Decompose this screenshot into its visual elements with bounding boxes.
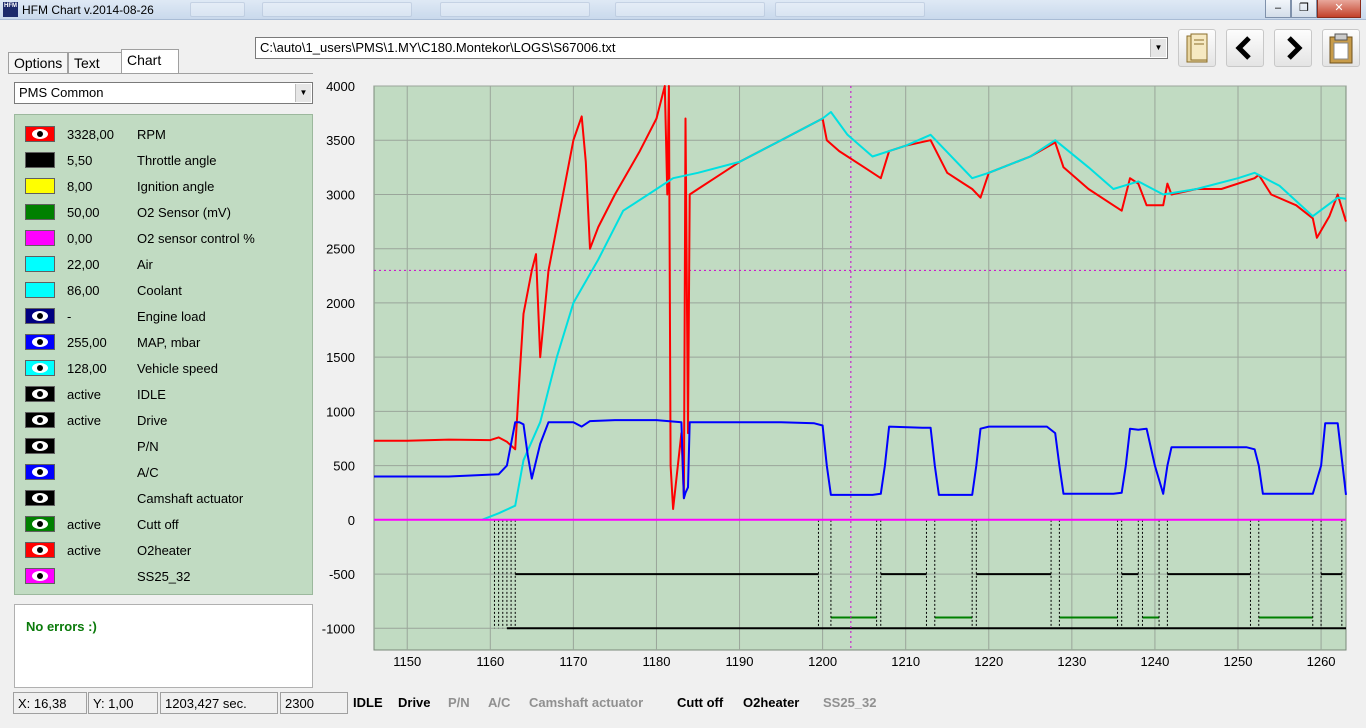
status-flag-ac: A/C [488, 695, 511, 710]
x-tick-label: 1240 [1140, 654, 1169, 669]
status-bar: X: 16,38 Y: 1,00 1203,427 sec. 2300 IDLE… [0, 690, 1366, 728]
x-tick-label: 1150 [393, 654, 421, 669]
y-tick-label: 4000 [326, 79, 355, 94]
x-tick-label: 1180 [642, 654, 670, 669]
x-tick-label: 1260 [1307, 654, 1336, 669]
x-tick-label: 1190 [726, 654, 754, 669]
chart[interactable]: 1150 1160 1170 1180 1190 1200 1210 1220 1230 1240… [0, 0, 1366, 690]
status-flag-drive: Drive [398, 695, 431, 710]
y-tick-label: -500 [329, 567, 355, 582]
x-tick-label: 1220 [974, 654, 1003, 669]
status-time: 1203,427 sec. [160, 692, 278, 714]
status-flag-o2heater: O2heater [743, 695, 800, 710]
x-tick-label: 1250 [1224, 654, 1253, 669]
status-value: 2300 [280, 692, 348, 714]
y-tick-label: 500 [333, 459, 355, 474]
status-flag-cuttoff: Cutt off [677, 695, 724, 710]
status-flag-pn: P/N [448, 695, 470, 710]
y-tick-label: 2500 [326, 242, 355, 257]
x-tick-label: 1230 [1057, 654, 1086, 669]
y-tick-label: 1000 [326, 404, 355, 419]
y-tick-label: 2000 [326, 296, 355, 311]
status-flag-idle: IDLE [353, 695, 383, 710]
x-tick-label: 1210 [891, 654, 920, 669]
y-tick-label: 3500 [326, 133, 355, 148]
status-flag-ss25: SS25_32 [823, 695, 877, 710]
y-tick-label: 0 [348, 513, 355, 528]
y-tick-label: -1000 [322, 621, 355, 636]
x-tick-label: 1170 [559, 654, 587, 669]
x-tick-label: 1200 [808, 654, 837, 669]
x-tick-label: 1160 [476, 654, 504, 669]
y-tick-label: 3000 [326, 187, 355, 202]
status-flag-camshaft: Camshaft actuator [529, 695, 644, 710]
status-x: X: 16,38 [13, 692, 87, 714]
status-y: Y: 1,00 [88, 692, 158, 714]
y-tick-label: 1500 [326, 350, 355, 365]
